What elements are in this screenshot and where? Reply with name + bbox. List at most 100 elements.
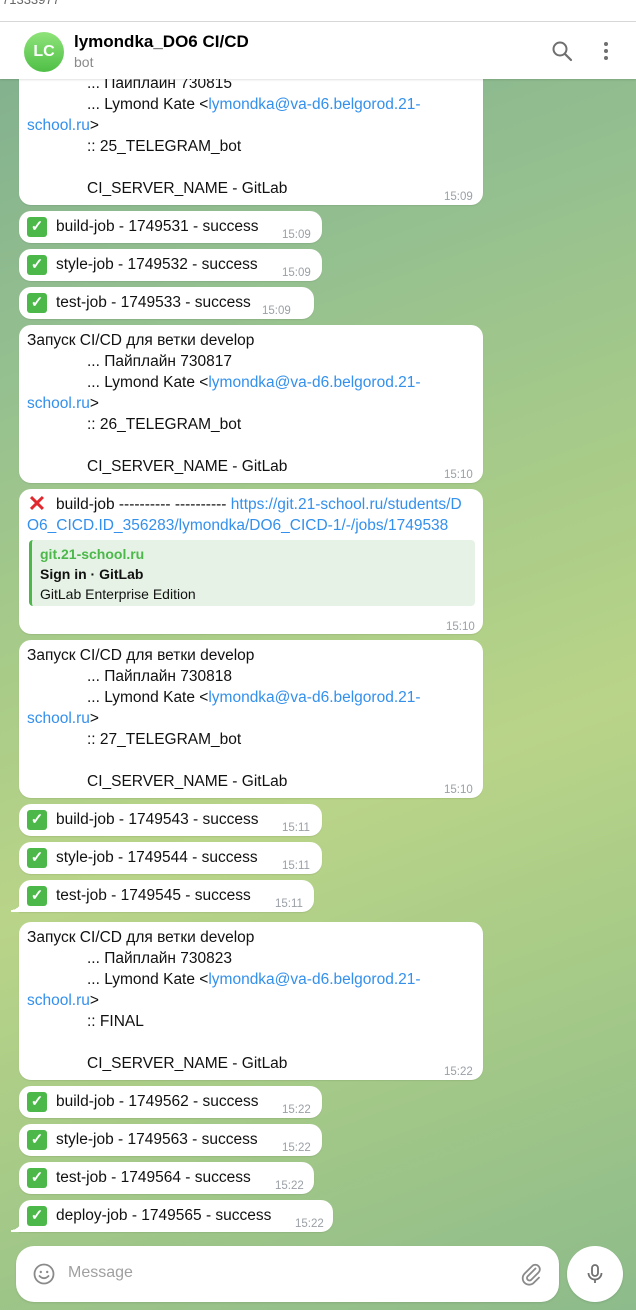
check-mark-icon: ✓: [27, 1092, 47, 1112]
paperclip-icon[interactable]: [519, 1262, 543, 1286]
author-line-cont: school.ru>: [27, 990, 99, 1011]
message-time: 15:09: [444, 191, 473, 203]
author-prefix: ... Lymond Kate <: [87, 971, 209, 988]
pipeline-line: ... Пайплайн 730817: [87, 353, 232, 370]
emoji-icon[interactable]: [32, 1262, 56, 1286]
message-time: 15:22: [275, 1180, 304, 1192]
chat-subtitle: bot: [74, 54, 94, 70]
author-prefix: ... Lymond Kate <: [87, 96, 209, 113]
message-list[interactable]: ... Пайплайн 730815 ... Lymond Kate <lym…: [0, 0, 636, 1240]
job-status-message: ✓ build-job - 1749531 - success 15:09: [19, 211, 322, 243]
more-vertical-icon[interactable]: [594, 39, 618, 63]
email-link-cont[interactable]: school.ru: [27, 117, 90, 134]
check-mark-icon: ✓: [27, 886, 47, 906]
search-icon[interactable]: [550, 39, 574, 63]
job-status-message: ✓ deploy-job - 1749565 - success 15:22: [11, 1200, 333, 1232]
failure-line-cont: O6_CICD.ID_356283/lymondka/DO6_CICD-1/-/…: [27, 515, 448, 536]
message-time: 15:11: [282, 860, 310, 872]
check-mark-icon: ✓: [27, 848, 47, 868]
server-line: CI_SERVER_NAME - GitLab: [87, 773, 288, 790]
check-mark-icon: ✓: [27, 810, 47, 830]
job-status-text: style-job - 1749563 - success: [56, 1131, 258, 1148]
email-link[interactable]: lymondka@va-d6.belgorod.21-: [208, 971, 420, 988]
pipeline-line: ... Пайплайн 730823: [87, 950, 232, 967]
check-mark-icon: ✓: [27, 1206, 47, 1226]
job-status-message: ✓ style-job - 1749532 - success 15:09: [19, 249, 322, 281]
pipeline-message-730815: ... Пайплайн 730815 ... Lymond Kate <lym…: [19, 60, 483, 205]
author-prefix: ... Lymond Kate <: [87, 689, 209, 706]
author-line: ... Lymond Kate <lymondka@va-d6.belgorod…: [87, 687, 421, 708]
avatar[interactable]: LC: [24, 32, 64, 72]
check-mark-icon: ✓: [27, 255, 47, 275]
author-line-cont: school.ru>: [27, 115, 99, 136]
pipeline-message-730823: Запуск CI/CD для ветки develop ... Пайпл…: [19, 922, 483, 1080]
pipeline-message-730817: Запуск CI/CD для ветки develop ... Пайпл…: [19, 325, 483, 483]
preview-title: Sign in · GitLab: [40, 566, 144, 582]
job-status-message: ✓ build-job - 1749543 - success 15:11: [19, 804, 322, 836]
job-status-text: style-job - 1749532 - success: [56, 256, 258, 273]
server-line: CI_SERVER_NAME - GitLab: [87, 180, 288, 197]
commit-line: :: 25_TELEGRAM_bot: [87, 138, 242, 155]
failure-line: build-job ---------- ---------- https://…: [56, 494, 462, 515]
failure-prefix: build-job ---------- ----------: [56, 496, 227, 513]
message-time: 15:09: [282, 229, 311, 241]
pipeline-heading: Запуск CI/CD для ветки develop: [27, 332, 255, 349]
check-mark-icon: ✓: [27, 1168, 47, 1188]
job-status-message: ✓ build-job - 1749562 - success 15:22: [19, 1086, 322, 1118]
check-mark-icon: ✓: [27, 217, 47, 237]
job-status-message: ✓ test-job - 1749533 - success 15:09: [19, 287, 314, 319]
server-line: CI_SERVER_NAME - GitLab: [87, 458, 288, 475]
chat-title[interactable]: lymondka_DO6 CI/CD: [74, 32, 249, 52]
commit-line: :: 27_TELEGRAM_bot: [87, 731, 242, 748]
server-line: CI_SERVER_NAME - GitLab: [87, 1055, 288, 1072]
job-status-text: build-job - 1749562 - success: [56, 1093, 259, 1110]
job-link-cont[interactable]: O6_CICD.ID_356283/lymondka/DO6_CICD-1/-/…: [27, 517, 448, 534]
email-link[interactable]: lymondka@va-d6.belgorod.21-: [208, 96, 420, 113]
message-time: 15:11: [282, 822, 310, 834]
author-line-cont: school.ru>: [27, 393, 99, 414]
cross-mark-icon: ✕: [27, 491, 47, 516]
commit-line: :: 26_TELEGRAM_bot: [87, 416, 242, 433]
check-mark-icon: ✓: [27, 293, 47, 313]
email-close: >: [89, 710, 99, 727]
job-status-text: test-job - 1749545 - success: [56, 887, 251, 904]
microphone-icon: [587, 1264, 603, 1283]
email-close: >: [89, 992, 99, 1009]
job-status-text: deploy-job - 1749565 - success: [56, 1207, 272, 1224]
author-prefix: ... Lymond Kate <: [87, 374, 209, 391]
preview-site: git.21-school.ru: [40, 546, 145, 562]
link-preview[interactable]: git.21-school.ru Sign in · GitLab GitLab…: [29, 540, 475, 606]
pipeline-message-730818: Запуск CI/CD для ветки develop ... Пайпл…: [19, 640, 483, 798]
message-composer[interactable]: Message: [16, 1246, 559, 1302]
pipeline-heading: Запуск CI/CD для ветки develop: [27, 647, 255, 664]
message-time: 15:10: [444, 469, 473, 481]
email-link[interactable]: lymondka@va-d6.belgorod.21-: [208, 374, 420, 391]
pipeline-heading: Запуск CI/CD для ветки develop: [27, 929, 255, 946]
commit-line: :: FINAL: [87, 1013, 144, 1030]
message-input[interactable]: Message: [68, 1264, 133, 1282]
pipeline-line: ... Пайплайн 730818: [87, 668, 232, 685]
message-time: 15:22: [295, 1218, 324, 1230]
email-link-cont[interactable]: school.ru: [27, 710, 90, 727]
author-line: ... Lymond Kate <lymondka@va-d6.belgorod…: [87, 372, 421, 393]
job-status-message: ✓ test-job - 1749564 - success 15:22: [19, 1162, 314, 1194]
message-time: 15:09: [282, 267, 311, 279]
email-link[interactable]: lymondka@va-d6.belgorod.21-: [208, 689, 420, 706]
email-link-cont[interactable]: school.ru: [27, 992, 90, 1009]
check-mark-icon: ✓: [27, 1130, 47, 1150]
message-time: 15:22: [444, 1066, 473, 1078]
job-status-text: build-job - 1749531 - success: [56, 218, 259, 235]
job-status-message: ✓ style-job - 1749544 - success 15:11: [19, 842, 322, 874]
author-line-cont: school.ru>: [27, 708, 99, 729]
author-line: ... Lymond Kate <lymondka@va-d6.belgorod…: [87, 94, 421, 115]
job-failure-message: ✕ build-job ---------- ---------- https:…: [19, 489, 483, 634]
microphone-button[interactable]: [567, 1246, 623, 1302]
job-status-message: ✓ style-job - 1749563 - success 15:22: [19, 1124, 322, 1156]
email-link-cont[interactable]: school.ru: [27, 395, 90, 412]
message-time: 15:22: [282, 1104, 311, 1116]
job-status-message: ✓ test-job - 1749545 - success 15:11: [11, 880, 314, 912]
job-link[interactable]: https://git.21-school.ru/students/D: [231, 496, 462, 513]
message-time: 15:09: [262, 305, 291, 317]
author-line: ... Lymond Kate <lymondka@va-d6.belgorod…: [87, 969, 421, 990]
chat-header: LC lymondka_DO6 CI/CD bot: [0, 22, 636, 79]
